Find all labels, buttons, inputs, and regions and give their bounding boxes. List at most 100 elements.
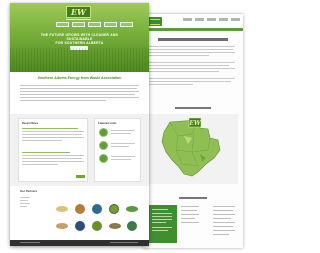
nav-item[interactable] (56, 22, 69, 27)
partner-logo-icon[interactable] (92, 204, 102, 214)
secondary-text-line (149, 68, 235, 69)
partners-text-line (20, 203, 30, 204)
contact-line (181, 206, 199, 207)
contact-line (181, 218, 195, 219)
nav-item[interactable] (88, 22, 101, 27)
secondary-logo-icon[interactable] (148, 17, 162, 26)
nav-item[interactable] (120, 22, 133, 27)
contact-line (181, 222, 199, 223)
program-text-line (111, 143, 135, 144)
intro-text-line (20, 88, 137, 89)
news-text-line (22, 158, 82, 159)
secondary-nav-item[interactable] (195, 18, 204, 21)
partners-text-line (20, 197, 30, 198)
partner-logo-icon[interactable] (56, 223, 68, 229)
nav-item[interactable] (104, 22, 117, 27)
contact-line (213, 218, 231, 219)
panel-text-line (152, 227, 172, 228)
content-cards-area: Recent News Featured Links (10, 114, 149, 186)
contact-line (213, 222, 235, 223)
secondary-text-line (149, 78, 235, 79)
map-section-title (175, 107, 211, 109)
footer-text-line (20, 242, 40, 243)
panel-text-line (152, 209, 168, 210)
partners-text-line (20, 206, 27, 207)
secondary-nav-item[interactable] (183, 18, 192, 21)
members-panel (149, 205, 177, 243)
secondary-text-line (149, 49, 233, 50)
intro-text-line (20, 91, 139, 92)
partner-logo-icon[interactable] (126, 206, 138, 212)
news-text-line (22, 140, 62, 141)
intro-title: Southern Alberta Energy from Waste Assoc… (37, 76, 122, 80)
partner-logo-icon[interactable] (109, 223, 121, 229)
program-text-line (111, 159, 131, 160)
contact-line (213, 226, 233, 227)
logo-tagline (66, 19, 91, 20)
programs-card-title: Featured Links (98, 122, 117, 125)
secondary-text-line (149, 84, 193, 85)
contact-line (213, 206, 235, 207)
secondary-text-line (149, 65, 229, 66)
main-page-window: EW THE FUTURE GROWS WITH CLEANER AND SUS… (10, 3, 149, 246)
partners-text-line (20, 200, 28, 201)
contact-line (181, 214, 199, 215)
program-circle-icon[interactable] (99, 128, 108, 137)
hero-cta-button[interactable] (70, 46, 88, 50)
contact-line (213, 230, 235, 231)
program-text-line (111, 130, 135, 131)
hero-headline: THE FUTURE GROWS WITH CLEANER AND SUSTAI… (30, 33, 129, 46)
contacts-section-title (179, 197, 207, 199)
partner-logo-icon[interactable] (92, 221, 102, 231)
program-text-line (111, 146, 129, 147)
secondary-nav-item[interactable] (231, 18, 240, 21)
program-text-line (111, 156, 135, 157)
panel-text-line (152, 230, 168, 231)
secondary-nav-item[interactable] (219, 18, 228, 21)
secondary-green-navbar (143, 28, 243, 31)
nav-item[interactable] (72, 22, 85, 27)
intro-text-line (20, 85, 139, 86)
programs-card: Featured Links (94, 118, 141, 182)
hero-headline-line-1: THE FUTURE GROWS WITH CLEANER AND SUSTAI… (40, 33, 119, 42)
main-nav (56, 22, 133, 27)
partner-logo-icon[interactable] (56, 206, 68, 212)
partners-title: Our Partners (20, 189, 38, 193)
panel-text-line (152, 222, 166, 223)
secondary-text-line (149, 71, 219, 72)
program-circle-icon[interactable] (99, 141, 108, 150)
news-card-title: Recent News (22, 122, 39, 125)
program-text-line (111, 133, 131, 134)
news-headline-link[interactable] (22, 152, 70, 153)
news-headline-link[interactable] (22, 128, 78, 129)
map-icon: EW (148, 114, 238, 184)
logo-text: EW (70, 7, 87, 17)
news-more-button[interactable] (76, 175, 85, 178)
intro-text-line (20, 97, 139, 98)
secondary-text-line (149, 55, 209, 56)
news-text-line (22, 155, 84, 156)
panel-text-line (152, 213, 172, 214)
footer-text-line (110, 242, 138, 243)
secondary-text-line (149, 62, 235, 63)
partners-section: Our Partners (10, 186, 149, 246)
partner-logo-icon[interactable] (75, 221, 85, 231)
partner-logo-icon[interactable] (109, 204, 119, 214)
intro-text-line (20, 94, 135, 95)
news-text-line (22, 134, 82, 135)
secondary-text-line (149, 81, 231, 82)
partner-logo-icon[interactable] (127, 221, 137, 231)
program-circle-icon[interactable] (99, 154, 108, 163)
contact-line (213, 214, 235, 215)
hero-banner: EW THE FUTURE GROWS WITH CLEANER AND SUS… (10, 3, 149, 72)
news-text-line (22, 131, 84, 132)
contact-line (181, 210, 197, 211)
secondary-nav-item[interactable] (207, 18, 216, 21)
site-logo-icon[interactable]: EW (66, 6, 91, 18)
news-text-line (22, 137, 84, 138)
hero-headline-line-2: FOR SOUTHERN ALBERTA (55, 41, 104, 46)
member-map[interactable]: EW (148, 114, 238, 184)
partner-logo-icon[interactable] (75, 204, 85, 214)
secondary-top-nav (183, 18, 240, 21)
secondary-text-line (149, 46, 235, 47)
